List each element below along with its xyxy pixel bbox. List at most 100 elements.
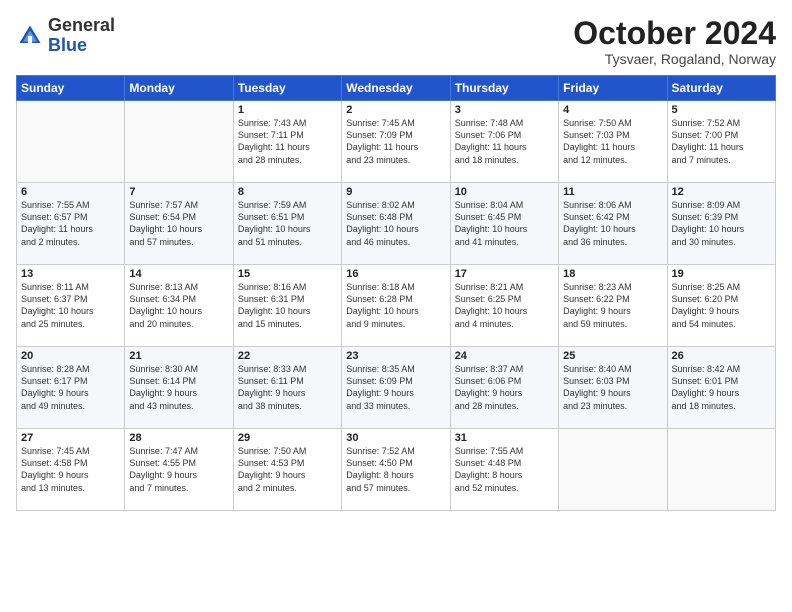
logo-icon — [16, 22, 44, 50]
day-info: Sunrise: 8:25 AM Sunset: 6:20 PM Dayligh… — [672, 281, 771, 330]
header-cell-friday: Friday — [559, 76, 667, 101]
day-number: 16 — [346, 268, 445, 280]
day-number: 2 — [346, 104, 445, 116]
day-info: Sunrise: 8:04 AM Sunset: 6:45 PM Dayligh… — [455, 199, 554, 248]
day-cell: 28Sunrise: 7:47 AM Sunset: 4:55 PM Dayli… — [125, 429, 233, 511]
day-cell: 9Sunrise: 8:02 AM Sunset: 6:48 PM Daylig… — [342, 183, 450, 265]
day-number: 9 — [346, 186, 445, 198]
day-info: Sunrise: 8:33 AM Sunset: 6:11 PM Dayligh… — [238, 363, 337, 412]
day-cell: 15Sunrise: 8:16 AM Sunset: 6:31 PM Dayli… — [233, 265, 341, 347]
day-info: Sunrise: 7:45 AM Sunset: 7:09 PM Dayligh… — [346, 117, 445, 166]
day-info: Sunrise: 7:57 AM Sunset: 6:54 PM Dayligh… — [129, 199, 228, 248]
day-number: 27 — [21, 432, 120, 444]
logo-blue: Blue — [48, 36, 115, 56]
day-number: 18 — [563, 268, 662, 280]
day-cell: 17Sunrise: 8:21 AM Sunset: 6:25 PM Dayli… — [450, 265, 558, 347]
header-cell-thursday: Thursday — [450, 76, 558, 101]
day-number: 25 — [563, 350, 662, 362]
day-info: Sunrise: 8:40 AM Sunset: 6:03 PM Dayligh… — [563, 363, 662, 412]
day-cell: 24Sunrise: 8:37 AM Sunset: 6:06 PM Dayli… — [450, 347, 558, 429]
day-number: 12 — [672, 186, 771, 198]
day-cell: 31Sunrise: 7:55 AM Sunset: 4:48 PM Dayli… — [450, 429, 558, 511]
day-cell — [17, 101, 125, 183]
day-cell: 21Sunrise: 8:30 AM Sunset: 6:14 PM Dayli… — [125, 347, 233, 429]
day-number: 4 — [563, 104, 662, 116]
day-info: Sunrise: 8:18 AM Sunset: 6:28 PM Dayligh… — [346, 281, 445, 330]
day-info: Sunrise: 8:06 AM Sunset: 6:42 PM Dayligh… — [563, 199, 662, 248]
day-number: 23 — [346, 350, 445, 362]
logo-general: General — [48, 16, 115, 36]
day-number: 8 — [238, 186, 337, 198]
day-info: Sunrise: 8:11 AM Sunset: 6:37 PM Dayligh… — [21, 281, 120, 330]
day-info: Sunrise: 7:50 AM Sunset: 4:53 PM Dayligh… — [238, 445, 337, 494]
day-info: Sunrise: 8:35 AM Sunset: 6:09 PM Dayligh… — [346, 363, 445, 412]
week-row-1: 1Sunrise: 7:43 AM Sunset: 7:11 PM Daylig… — [17, 101, 776, 183]
day-cell: 2Sunrise: 7:45 AM Sunset: 7:09 PM Daylig… — [342, 101, 450, 183]
day-info: Sunrise: 8:16 AM Sunset: 6:31 PM Dayligh… — [238, 281, 337, 330]
day-number: 17 — [455, 268, 554, 280]
logo: General Blue — [16, 16, 115, 56]
day-number: 28 — [129, 432, 228, 444]
day-cell: 25Sunrise: 8:40 AM Sunset: 6:03 PM Dayli… — [559, 347, 667, 429]
day-cell: 6Sunrise: 7:55 AM Sunset: 6:57 PM Daylig… — [17, 183, 125, 265]
day-cell: 4Sunrise: 7:50 AM Sunset: 7:03 PM Daylig… — [559, 101, 667, 183]
day-cell: 22Sunrise: 8:33 AM Sunset: 6:11 PM Dayli… — [233, 347, 341, 429]
day-number: 22 — [238, 350, 337, 362]
day-cell: 13Sunrise: 8:11 AM Sunset: 6:37 PM Dayli… — [17, 265, 125, 347]
day-number: 29 — [238, 432, 337, 444]
day-number: 3 — [455, 104, 554, 116]
day-number: 13 — [21, 268, 120, 280]
week-row-5: 27Sunrise: 7:45 AM Sunset: 4:58 PM Dayli… — [17, 429, 776, 511]
day-info: Sunrise: 7:45 AM Sunset: 4:58 PM Dayligh… — [21, 445, 120, 494]
day-info: Sunrise: 7:55 AM Sunset: 4:48 PM Dayligh… — [455, 445, 554, 494]
day-info: Sunrise: 7:52 AM Sunset: 4:50 PM Dayligh… — [346, 445, 445, 494]
title-area: October 2024 Tysvaer, Rogaland, Norway — [573, 16, 776, 67]
header-cell-wednesday: Wednesday — [342, 76, 450, 101]
day-info: Sunrise: 8:09 AM Sunset: 6:39 PM Dayligh… — [672, 199, 771, 248]
day-cell: 16Sunrise: 8:18 AM Sunset: 6:28 PM Dayli… — [342, 265, 450, 347]
day-cell: 19Sunrise: 8:25 AM Sunset: 6:20 PM Dayli… — [667, 265, 775, 347]
day-info: Sunrise: 7:48 AM Sunset: 7:06 PM Dayligh… — [455, 117, 554, 166]
month-title: October 2024 — [573, 16, 776, 51]
day-number: 10 — [455, 186, 554, 198]
day-number: 11 — [563, 186, 662, 198]
day-info: Sunrise: 7:55 AM Sunset: 6:57 PM Dayligh… — [21, 199, 120, 248]
day-cell: 11Sunrise: 8:06 AM Sunset: 6:42 PM Dayli… — [559, 183, 667, 265]
header-cell-saturday: Saturday — [667, 76, 775, 101]
day-cell: 3Sunrise: 7:48 AM Sunset: 7:06 PM Daylig… — [450, 101, 558, 183]
day-cell: 27Sunrise: 7:45 AM Sunset: 4:58 PM Dayli… — [17, 429, 125, 511]
day-cell: 7Sunrise: 7:57 AM Sunset: 6:54 PM Daylig… — [125, 183, 233, 265]
day-number: 14 — [129, 268, 228, 280]
day-info: Sunrise: 8:37 AM Sunset: 6:06 PM Dayligh… — [455, 363, 554, 412]
header-cell-monday: Monday — [125, 76, 233, 101]
day-number: 19 — [672, 268, 771, 280]
day-number: 6 — [21, 186, 120, 198]
day-info: Sunrise: 8:21 AM Sunset: 6:25 PM Dayligh… — [455, 281, 554, 330]
day-cell: 18Sunrise: 8:23 AM Sunset: 6:22 PM Dayli… — [559, 265, 667, 347]
day-cell: 14Sunrise: 8:13 AM Sunset: 6:34 PM Dayli… — [125, 265, 233, 347]
day-info: Sunrise: 7:47 AM Sunset: 4:55 PM Dayligh… — [129, 445, 228, 494]
header-cell-tuesday: Tuesday — [233, 76, 341, 101]
day-info: Sunrise: 8:28 AM Sunset: 6:17 PM Dayligh… — [21, 363, 120, 412]
day-info: Sunrise: 7:43 AM Sunset: 7:11 PM Dayligh… — [238, 117, 337, 166]
day-number: 30 — [346, 432, 445, 444]
location: Tysvaer, Rogaland, Norway — [573, 51, 776, 67]
week-row-4: 20Sunrise: 8:28 AM Sunset: 6:17 PM Dayli… — [17, 347, 776, 429]
day-cell: 5Sunrise: 7:52 AM Sunset: 7:00 PM Daylig… — [667, 101, 775, 183]
day-cell — [667, 429, 775, 511]
day-cell: 20Sunrise: 8:28 AM Sunset: 6:17 PM Dayli… — [17, 347, 125, 429]
day-cell: 30Sunrise: 7:52 AM Sunset: 4:50 PM Dayli… — [342, 429, 450, 511]
day-info: Sunrise: 8:02 AM Sunset: 6:48 PM Dayligh… — [346, 199, 445, 248]
day-number: 24 — [455, 350, 554, 362]
day-number: 21 — [129, 350, 228, 362]
day-cell — [125, 101, 233, 183]
day-info: Sunrise: 7:52 AM Sunset: 7:00 PM Dayligh… — [672, 117, 771, 166]
day-number: 15 — [238, 268, 337, 280]
day-number: 31 — [455, 432, 554, 444]
day-number: 20 — [21, 350, 120, 362]
week-row-3: 13Sunrise: 8:11 AM Sunset: 6:37 PM Dayli… — [17, 265, 776, 347]
day-cell: 12Sunrise: 8:09 AM Sunset: 6:39 PM Dayli… — [667, 183, 775, 265]
day-info: Sunrise: 8:30 AM Sunset: 6:14 PM Dayligh… — [129, 363, 228, 412]
header-row: SundayMondayTuesdayWednesdayThursdayFrid… — [17, 76, 776, 101]
day-number: 7 — [129, 186, 228, 198]
